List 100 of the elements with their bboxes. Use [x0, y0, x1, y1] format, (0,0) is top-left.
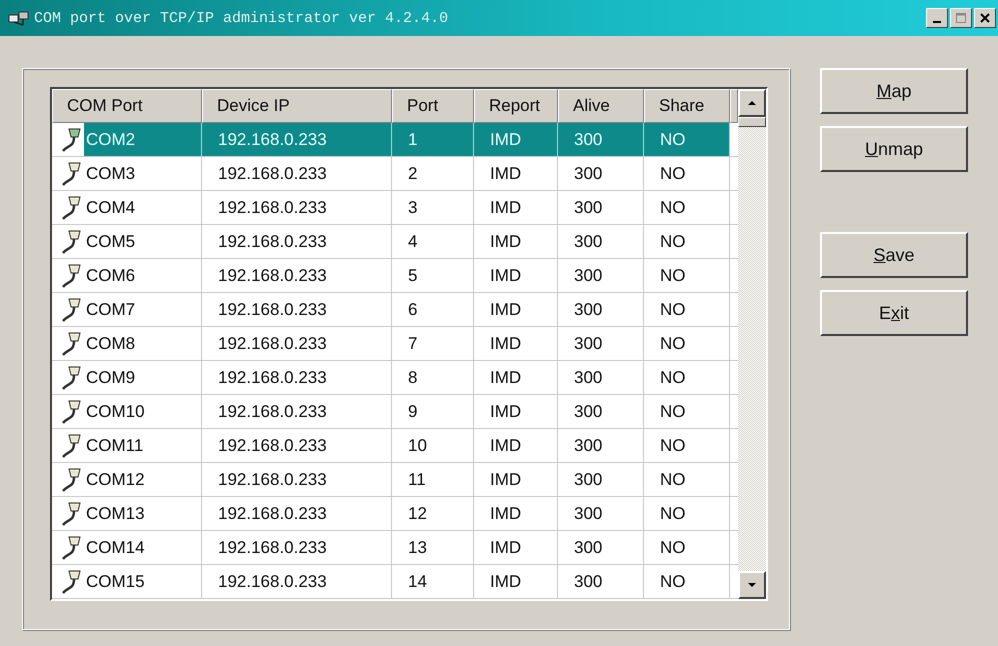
port-name[interactable]: COM6: [84, 264, 138, 288]
action-button[interactable]: Unmap: [820, 126, 968, 172]
table-cell-text: 3: [407, 196, 418, 218]
minimize-button[interactable]: [926, 8, 948, 28]
down-arrow-icon: [747, 582, 757, 588]
table-cell-text: NO: [659, 298, 686, 320]
action-button[interactable]: Save: [820, 232, 968, 278]
table-cell-text: 300: [573, 570, 604, 592]
column-header[interactable]: Share: [644, 89, 730, 123]
table-cell-text: 1: [407, 128, 418, 150]
port-name[interactable]: COM7: [84, 298, 138, 322]
action-button[interactable]: Exit: [820, 290, 968, 336]
port-name[interactable]: COM10: [84, 400, 147, 424]
column-header[interactable]: Alive: [558, 89, 644, 123]
port-name[interactable]: COM2: [84, 123, 201, 156]
table-cell-text: NO: [659, 332, 686, 354]
table-cell-text: 4: [407, 230, 418, 252]
table-cell-text: 300: [573, 128, 604, 150]
port-name[interactable]: COM12: [84, 468, 147, 492]
table-cell-text: IMD: [489, 332, 522, 354]
port-name[interactable]: COM3: [84, 162, 138, 186]
scroll-thumb[interactable]: [738, 117, 766, 127]
table-cell-text: NO: [659, 264, 686, 286]
table-cell-text: 8: [407, 366, 418, 388]
table-cell-text: 300: [573, 536, 604, 558]
table-cell-text: NO: [659, 434, 686, 456]
table-cell-text: NO: [659, 400, 686, 422]
table-cell-text: IMD: [489, 400, 522, 422]
scroll-up-button[interactable]: [738, 89, 766, 117]
table-cell-text: NO: [659, 162, 686, 184]
scroll-down-button[interactable]: [738, 571, 766, 599]
maximize-button[interactable]: [950, 8, 972, 28]
table-cell-text: 300: [573, 230, 604, 252]
table-cell-text: 300: [573, 196, 604, 218]
table-cell-text: 7: [407, 332, 418, 354]
table-cell-text: 300: [573, 400, 604, 422]
table-cell-text: NO: [659, 468, 686, 490]
table-cell-text: IMD: [489, 162, 522, 184]
port-name[interactable]: COM4: [84, 196, 138, 220]
table-cell-text: 192.168.0.233: [217, 468, 328, 490]
table-cell-text: IMD: [489, 128, 522, 150]
port-name[interactable]: COM11: [84, 434, 146, 458]
table-cell-text: IMD: [489, 536, 522, 558]
network-icon: [8, 9, 30, 27]
table-cell-text: 300: [573, 434, 604, 456]
column-header[interactable]: Report: [474, 89, 558, 123]
table-cell-text: 300: [573, 264, 604, 286]
port-name[interactable]: COM13: [84, 502, 147, 526]
table-cell-text: 9: [407, 400, 418, 422]
table-cell-text: 192.168.0.233: [217, 536, 328, 558]
table-cell-text: 6: [407, 298, 418, 320]
table-cell-text: 14: [407, 570, 428, 592]
table-cell-text: IMD: [489, 434, 522, 456]
table-cell-text: IMD: [489, 230, 522, 252]
table-cell-text: NO: [659, 366, 686, 388]
table-cell-text: IMD: [489, 196, 522, 218]
table-cell-text: 192.168.0.233: [217, 366, 328, 388]
table-cell-text: IMD: [489, 264, 522, 286]
table-cell-text: 300: [573, 162, 604, 184]
table-cell-text: 192.168.0.233: [217, 298, 328, 320]
column-header[interactable]: Port: [392, 89, 474, 123]
table-cell-text: 192.168.0.233: [217, 128, 328, 150]
vertical-scrollbar[interactable]: [738, 89, 766, 599]
table-cell-text: NO: [659, 128, 686, 150]
table-cell-text: NO: [659, 502, 686, 524]
action-button[interactable]: Map: [820, 68, 968, 114]
table-cell-text: 192.168.0.233: [217, 332, 328, 354]
table-cell-text: 13: [407, 536, 428, 558]
table-cell-text: 192.168.0.233: [217, 230, 328, 252]
port-name[interactable]: COM15: [84, 570, 147, 594]
column-header[interactable]: Device IP: [202, 89, 392, 123]
table-cell-text: 5: [407, 264, 418, 286]
table-cell-text: 192.168.0.233: [217, 264, 328, 286]
window-title: COM port over TCP/IP administrator ver 4.2.4.0: [34, 10, 448, 26]
port-name[interactable]: COM14: [84, 536, 147, 560]
column-header[interactable]: COM Port: [52, 89, 202, 123]
table-cell-text: 300: [573, 468, 604, 490]
table-cell-text: 192.168.0.233: [217, 400, 328, 422]
table-cell-text: 192.168.0.233: [217, 162, 328, 184]
table-cell-text: NO: [659, 536, 686, 558]
table-cell-text: IMD: [489, 366, 522, 388]
port-name[interactable]: COM5: [84, 230, 138, 254]
close-button[interactable]: [974, 8, 996, 28]
table-cell-text: NO: [659, 230, 686, 252]
table-cell-text: 11: [407, 468, 427, 490]
table-cell-text: 10: [407, 434, 428, 456]
port-name[interactable]: COM8: [84, 332, 138, 356]
table-cell-text: 300: [573, 332, 604, 354]
table-cell-text: IMD: [489, 298, 522, 320]
port-name[interactable]: COM9: [84, 366, 138, 390]
table-cell-text: IMD: [489, 570, 522, 592]
table-cell-text: 192.168.0.233: [217, 502, 328, 524]
table-cell-text: IMD: [489, 468, 522, 490]
table-cell-text: NO: [659, 196, 686, 218]
table-cell-text: 2: [407, 162, 418, 184]
close-icon: [979, 12, 991, 24]
table-cell-text: 300: [573, 298, 604, 320]
table-cell-text: 192.168.0.233: [217, 570, 328, 592]
minimize-icon: [933, 21, 941, 23]
maximize-icon: [955, 12, 967, 24]
